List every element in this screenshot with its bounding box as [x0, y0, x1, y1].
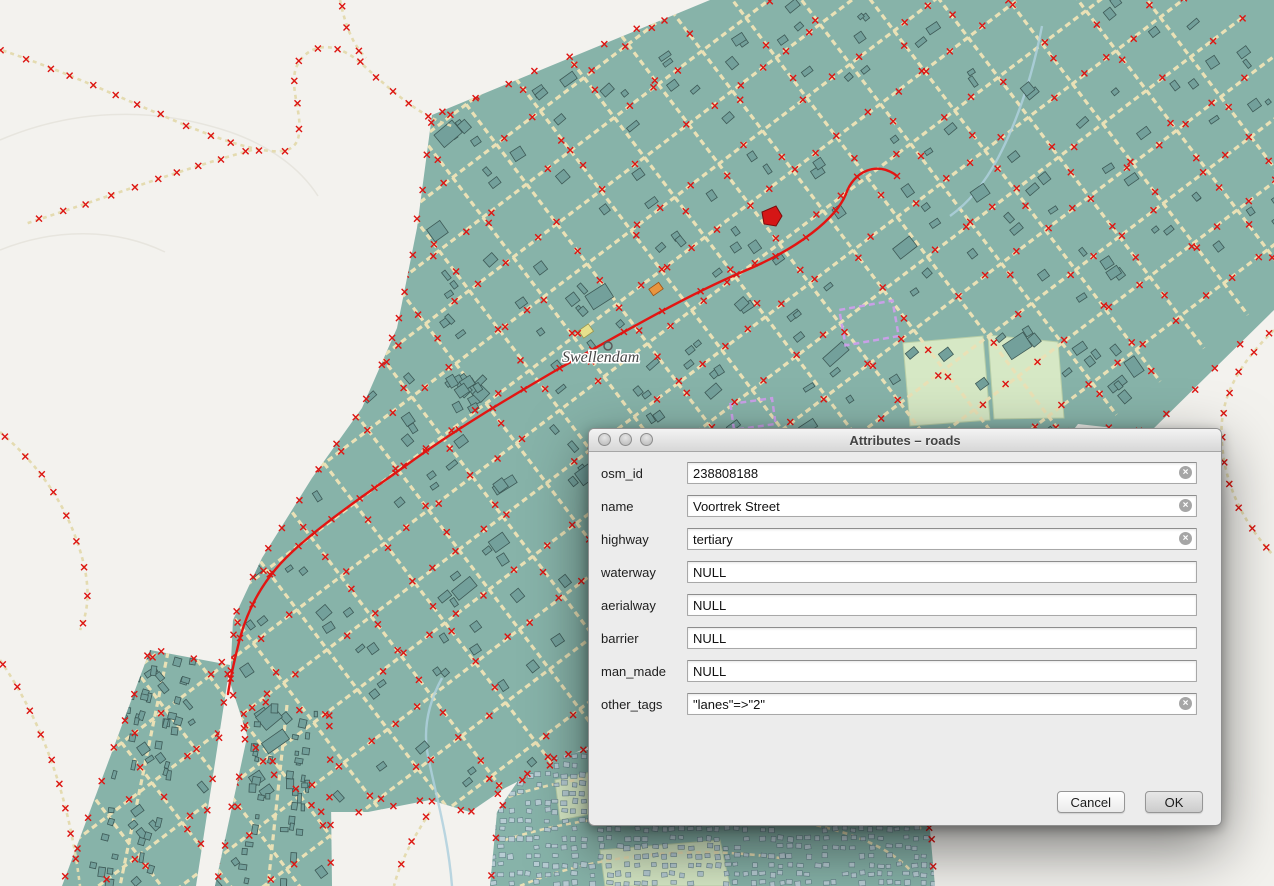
close-button-icon[interactable]: [598, 433, 611, 446]
name-input[interactable]: [687, 495, 1197, 517]
osm-id-input[interactable]: [687, 462, 1197, 484]
field-row-highway: highway ×: [601, 528, 1197, 550]
osm-id-fieldwrap: ×: [687, 462, 1197, 484]
place-label-text: Swellendam: [562, 349, 639, 366]
waterway-input[interactable]: [687, 561, 1197, 583]
waterway-fieldwrap: [687, 561, 1197, 583]
field-row-aerialway: aerialway: [601, 594, 1197, 616]
aerialway-label: aerialway: [601, 598, 687, 613]
field-row-name: name ×: [601, 495, 1197, 517]
highway-label: highway: [601, 532, 687, 547]
clear-field-icon[interactable]: ×: [1179, 697, 1192, 710]
man-made-label: man_made: [601, 664, 687, 679]
name-label: name: [601, 499, 687, 514]
attributes-dialog: Attributes – roads osm_id × name × highw…: [588, 428, 1222, 826]
aerialway-fieldwrap: [687, 594, 1197, 616]
cancel-button[interactable]: Cancel: [1057, 791, 1125, 813]
field-row-barrier: barrier: [601, 627, 1197, 649]
highway-input[interactable]: [687, 528, 1197, 550]
other-tags-fieldwrap: ×: [687, 693, 1197, 715]
field-row-waterway: waterway: [601, 561, 1197, 583]
dialog-buttons: Cancel OK: [1057, 791, 1203, 813]
man-made-fieldwrap: [687, 660, 1197, 682]
clear-field-icon[interactable]: ×: [1179, 532, 1192, 545]
minimize-button-icon[interactable]: [619, 433, 632, 446]
ok-button[interactable]: OK: [1145, 791, 1203, 813]
barrier-input[interactable]: [687, 627, 1197, 649]
barrier-fieldwrap: [687, 627, 1197, 649]
other-tags-input[interactable]: [687, 693, 1197, 715]
clear-field-icon[interactable]: ×: [1179, 466, 1192, 479]
barrier-label: barrier: [601, 631, 687, 646]
other-tags-label: other_tags: [601, 697, 687, 712]
clear-field-icon[interactable]: ×: [1179, 499, 1192, 512]
field-row-other-tags: other_tags ×: [601, 693, 1197, 715]
osm-id-label: osm_id: [601, 466, 687, 481]
dialog-titlebar[interactable]: Attributes – roads: [589, 429, 1221, 452]
zoom-button-icon[interactable]: [640, 433, 653, 446]
window-controls: [598, 433, 653, 446]
man-made-input[interactable]: [687, 660, 1197, 682]
dialog-title: Attributes – roads: [849, 433, 960, 448]
aerialway-input[interactable]: [687, 594, 1197, 616]
attribute-form: osm_id × name × highway × waterway: [589, 452, 1221, 715]
field-row-osm-id: osm_id ×: [601, 462, 1197, 484]
waterway-label: waterway: [601, 565, 687, 580]
name-fieldwrap: ×: [687, 495, 1197, 517]
field-row-man-made: man_made: [601, 660, 1197, 682]
highway-fieldwrap: ×: [687, 528, 1197, 550]
